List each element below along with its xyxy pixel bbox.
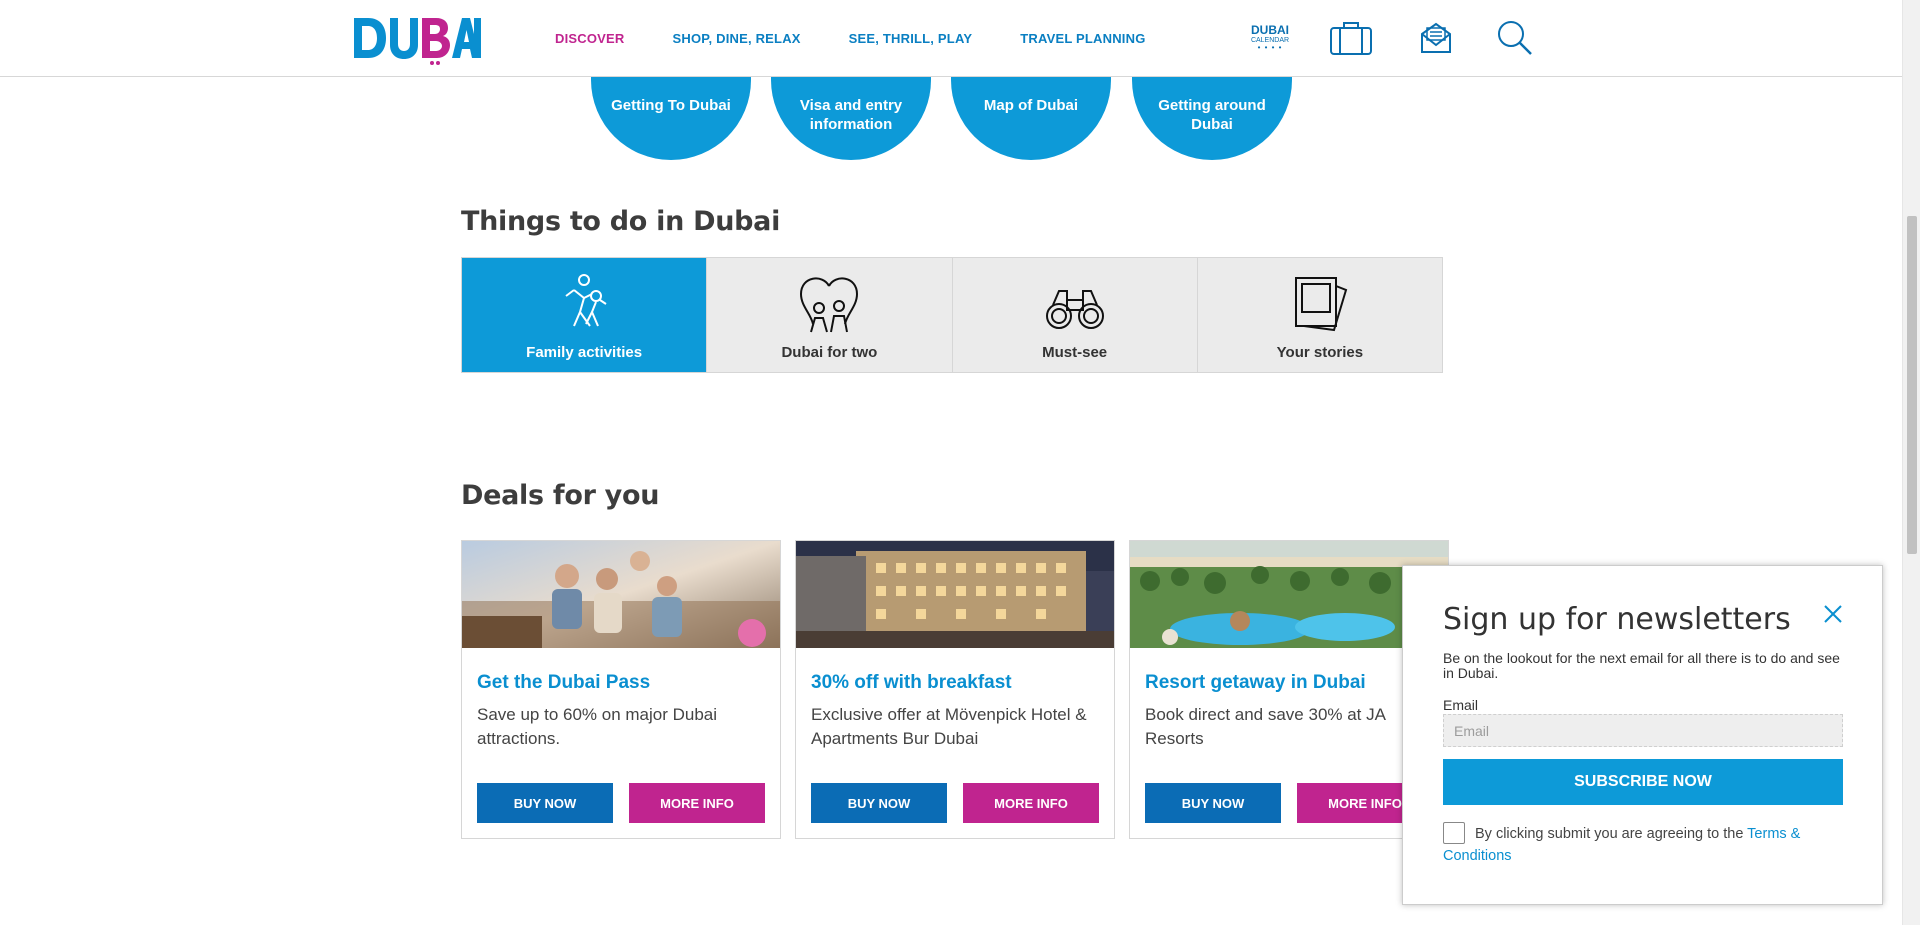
subscribe-button[interactable]: SUBSCRIBE NOW <box>1443 759 1843 805</box>
mail-icon[interactable] <box>1414 18 1458 58</box>
terms-prefix: By clicking submit you are agreeing to t… <box>1475 826 1748 842</box>
deal-card: Resort getaway in Dubai Book direct and … <box>1129 540 1449 839</box>
tab-dubai-for-two[interactable]: Dubai for two <box>707 258 953 372</box>
suitcase-icon[interactable] <box>1329 18 1373 58</box>
nav-see-thrill-play[interactable]: SEE, THRILL, PLAY <box>849 31 973 46</box>
email-field[interactable] <box>1443 714 1843 747</box>
deal-description: Save up to 60% on major Dubai attraction… <box>477 705 718 748</box>
deal-image-movenpick[interactable] <box>796 541 1114 648</box>
tab-label: Must-see <box>1042 344 1108 361</box>
tab-label: Family activities <box>526 344 643 361</box>
family-icon <box>552 272 616 336</box>
deal-image-dubai-pass[interactable] <box>462 541 780 648</box>
photos-icon <box>1288 272 1352 336</box>
planning-label: Getting To Dubai <box>611 97 731 114</box>
nav-travel-planning[interactable]: TRAVEL PLANNING <box>1020 31 1145 46</box>
deal-title[interactable]: 30% off with breakfast <box>811 672 1012 694</box>
search-icon[interactable] <box>1493 18 1537 58</box>
nav-shop-dine-relax[interactable]: SHOP, DINE, RELAX <box>673 31 801 46</box>
conditions-link[interactable]: Conditions <box>1443 845 1512 867</box>
things-to-do-title: Things to do in Dubai <box>461 206 781 237</box>
couple-heart-icon <box>797 272 861 336</box>
newsletter-popup: Sign up for newsletters Be on the lookou… <box>1402 565 1883 905</box>
planning-label: Map of Dubai <box>983 97 1079 114</box>
newsletter-title: Sign up for newsletters <box>1443 602 1791 637</box>
calendar-title: DUBAI <box>1251 23 1289 37</box>
planning-label: Getting around Dubai <box>1158 97 1266 133</box>
deal-title[interactable]: Get the Dubai Pass <box>477 672 650 694</box>
newsletter-description: Be on the lookout for the next email for… <box>1443 650 1840 681</box>
calendar-dots: • • • • <box>1257 43 1283 52</box>
dubai-logo[interactable] <box>352 14 482 66</box>
buy-now-button[interactable]: BUY NOW <box>811 783 947 823</box>
terms-text: By clicking submit you are agreeing to t… <box>1443 823 1855 864</box>
planning-label: Visa and entry information <box>799 97 903 133</box>
more-info-button[interactable]: MORE INFO <box>963 783 1099 823</box>
terms-checkbox[interactable] <box>1443 822 1465 844</box>
page-scrollbar[interactable] <box>1902 0 1920 925</box>
tab-must-see[interactable]: Must-see <box>952 258 1198 372</box>
buy-now-button[interactable]: BUY NOW <box>1145 783 1281 823</box>
deal-description: Book direct and save 30% at JA Resorts <box>1145 705 1386 748</box>
tab-family-activities[interactable]: Family activities <box>462 258 708 372</box>
deals-title: Deals for you <box>461 480 660 511</box>
main-nav: DISCOVER SHOP, DINE, RELAX SEE, THRILL, … <box>555 31 1194 46</box>
deal-image-ja-resorts[interactable] <box>1130 541 1448 648</box>
terms-link[interactable]: Terms & <box>1747 826 1800 842</box>
close-icon[interactable] <box>1821 602 1845 626</box>
binoculars-icon <box>1043 272 1107 336</box>
dubai-calendar-link[interactable]: DUBAI CALENDAR • • • • <box>1248 23 1292 52</box>
deal-card: Get the Dubai Pass Save up to 60% on maj… <box>461 540 781 839</box>
tab-your-stories[interactable]: Your stories <box>1197 258 1442 372</box>
tab-label: Your stories <box>1276 344 1364 361</box>
nav-discover[interactable]: DISCOVER <box>555 31 625 46</box>
deal-title[interactable]: Resort getaway in Dubai <box>1145 672 1366 694</box>
site-header: DISCOVER SHOP, DINE, RELAX SEE, THRILL, … <box>0 0 1902 77</box>
things-to-do-tabs: Family activities Dubai for two Must-see <box>461 257 1443 373</box>
scrollbar-thumb[interactable] <box>1907 216 1917 554</box>
deal-description: Exclusive offer at Mövenpick Hotel & Apa… <box>811 705 1087 748</box>
deal-card: 30% off with breakfast Exclusive offer a… <box>795 540 1115 839</box>
buy-now-button[interactable]: BUY NOW <box>477 783 613 823</box>
email-label: Email <box>1443 697 1479 713</box>
tab-label: Dubai for two <box>781 344 878 361</box>
more-info-button[interactable]: MORE INFO <box>629 783 765 823</box>
